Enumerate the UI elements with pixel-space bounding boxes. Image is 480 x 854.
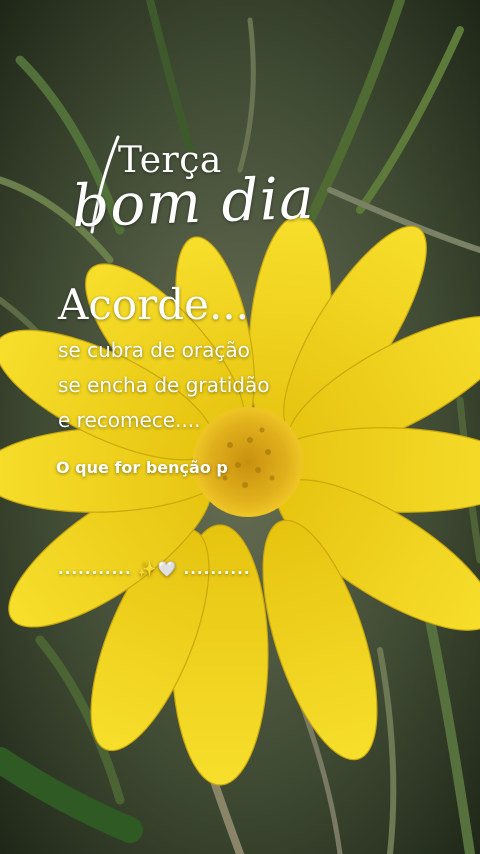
message-headline: Acorde... — [58, 280, 250, 329]
right-dots: .......... — [183, 560, 251, 578]
footer-dots: ........... ✨🤍 .......... — [58, 560, 251, 578]
message-line: se encha de gratidão — [58, 373, 270, 397]
message-line: se cubra de oração — [58, 338, 250, 362]
message-line: e recomece.... — [58, 408, 201, 432]
white-heart-icon: 🤍 — [157, 560, 178, 578]
left-dots: ........... — [58, 560, 132, 578]
title-greeting: bom dia — [70, 163, 316, 241]
sparkles-icon: ✨ — [137, 560, 158, 578]
caption-text: O que for benção p — [56, 458, 228, 477]
